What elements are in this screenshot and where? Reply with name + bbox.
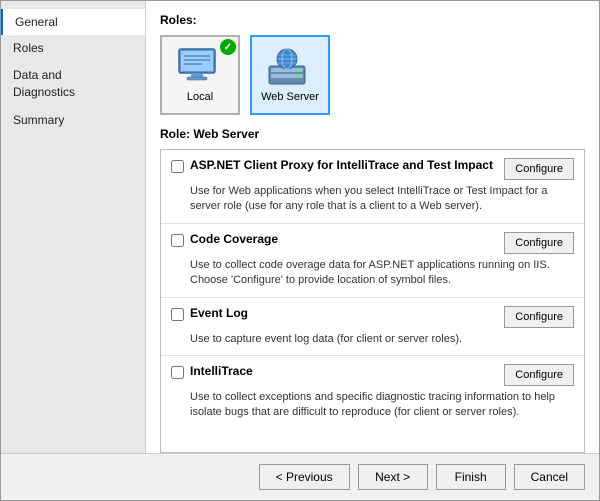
cancel-button[interactable]: Cancel — [514, 464, 585, 490]
checkbox-intellitrace[interactable] — [171, 366, 184, 379]
options-area[interactable]: ASP.NET Client Proxy for IntelliTrace an… — [160, 149, 585, 453]
dialog: General Roles Data andDiagnostics Summar… — [0, 0, 600, 501]
option-desc-code-coverage: Use to collect code overage data for ASP… — [190, 258, 574, 289]
previous-button[interactable]: < Previous — [259, 464, 350, 490]
checkbox-event-log[interactable] — [171, 308, 184, 321]
configure-button-intellitrace[interactable]: Configure — [504, 364, 574, 386]
option-desc-event-log: Use to capture event log data (for clien… — [190, 332, 574, 347]
sidebar-item-roles[interactable]: Roles — [1, 35, 145, 61]
option-header-event-log: Event Log Configure — [171, 306, 574, 328]
option-title-aspnet: ASP.NET Client Proxy for IntelliTrace an… — [190, 158, 494, 172]
configure-button-aspnet[interactable]: Configure — [504, 158, 574, 180]
role-icon-web-server[interactable]: Web Server — [250, 35, 330, 115]
configure-button-code-coverage[interactable]: Configure — [504, 232, 574, 254]
dialog-footer: < Previous Next > Finish Cancel — [1, 453, 599, 500]
roles-icons: ✓ Local — [160, 35, 585, 115]
roles-label: Roles: — [160, 13, 585, 27]
option-event-log: Event Log Configure Use to capture event… — [161, 298, 584, 356]
role-web-server-label: Web Server — [261, 91, 319, 103]
option-title-event-log: Event Log — [190, 306, 494, 320]
option-header-aspnet: ASP.NET Client Proxy for IntelliTrace an… — [171, 158, 574, 180]
next-button[interactable]: Next > — [358, 464, 428, 490]
sidebar: General Roles Data andDiagnostics Summar… — [1, 1, 146, 453]
sidebar-item-data-diagnostics[interactable]: Data andDiagnostics — [1, 61, 145, 107]
checkbox-aspnet-client-proxy[interactable] — [171, 160, 184, 173]
sidebar-item-general[interactable]: General — [1, 9, 145, 35]
role-icon-local[interactable]: ✓ Local — [160, 35, 240, 115]
option-header-intellitrace: IntelliTrace Configure — [171, 364, 574, 386]
option-title-intellitrace: IntelliTrace — [190, 364, 494, 378]
dialog-body: General Roles Data andDiagnostics Summar… — [1, 1, 599, 453]
role-subtitle: Role: Web Server — [160, 127, 585, 141]
option-intellitrace: IntelliTrace Configure Use to collect ex… — [161, 356, 584, 429]
configure-button-event-log[interactable]: Configure — [504, 306, 574, 328]
finish-button[interactable]: Finish — [436, 464, 506, 490]
option-code-coverage: Code Coverage Configure Use to collect c… — [161, 224, 584, 298]
web-server-icon — [266, 47, 314, 87]
option-aspnet-client-proxy: ASP.NET Client Proxy for IntelliTrace an… — [161, 150, 584, 224]
option-desc-intellitrace: Use to collect exceptions and specific d… — [190, 390, 574, 421]
option-header-code-coverage: Code Coverage Configure — [171, 232, 574, 254]
local-icon — [176, 47, 224, 87]
sidebar-item-summary[interactable]: Summary — [1, 107, 145, 133]
option-desc-aspnet: Use for Web applications when you select… — [190, 184, 574, 215]
role-local-label: Local — [187, 91, 213, 103]
option-title-code-coverage: Code Coverage — [190, 232, 494, 246]
main-content: Roles: ✓ — [146, 1, 599, 453]
checkbox-code-coverage[interactable] — [171, 234, 184, 247]
